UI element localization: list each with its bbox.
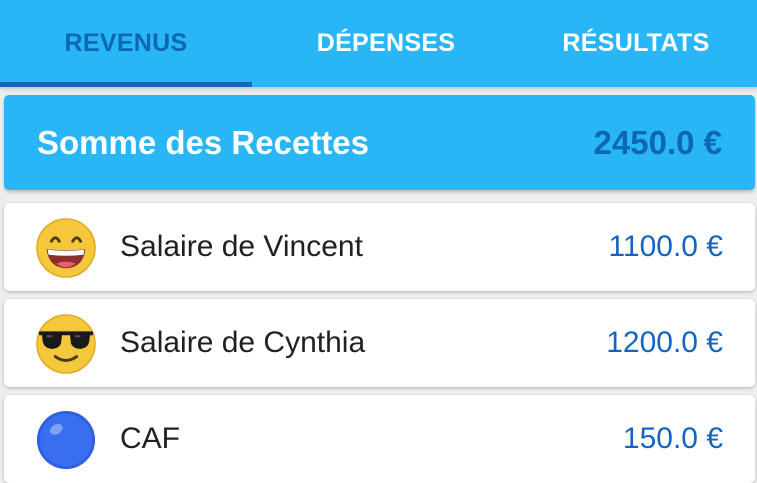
list-item[interactable]: Salaire de Vincent 1100.0 € bbox=[4, 203, 755, 291]
blue-circle-icon bbox=[36, 410, 96, 470]
summary-total: 2450.0 € bbox=[593, 123, 722, 161]
tab-label: DÉPENSES bbox=[316, 29, 456, 57]
item-amount: 150.0 € bbox=[622, 422, 723, 455]
item-label: Salaire de Vincent bbox=[120, 230, 363, 263]
list-item[interactable]: Salaire de Cynthia 1200.0 € bbox=[4, 299, 755, 387]
item-amount: 1100.0 € bbox=[608, 230, 723, 263]
tab-depenses[interactable]: DÉPENSES bbox=[260, 0, 512, 87]
summary-label: Somme des Recettes bbox=[37, 123, 369, 161]
item-label: CAF bbox=[120, 422, 180, 455]
sunglasses-face-icon bbox=[36, 314, 96, 374]
grinning-face-icon bbox=[36, 218, 96, 278]
tab-revenus[interactable]: REVENUS bbox=[0, 0, 252, 87]
tab-resultats[interactable]: RÉSULTATS bbox=[510, 0, 757, 87]
tab-label: REVENUS bbox=[64, 29, 188, 57]
item-amount: 1200.0 € bbox=[606, 326, 723, 359]
summary-card: Somme des Recettes 2450.0 € bbox=[4, 95, 755, 190]
tab-bar: REVENUS DÉPENSES RÉSULTATS bbox=[0, 0, 757, 87]
active-tab-indicator bbox=[0, 82, 252, 87]
list-item[interactable]: CAF 150.0 € bbox=[4, 395, 755, 483]
item-label: Salaire de Cynthia bbox=[120, 326, 366, 359]
tab-label: RÉSULTATS bbox=[562, 29, 710, 57]
